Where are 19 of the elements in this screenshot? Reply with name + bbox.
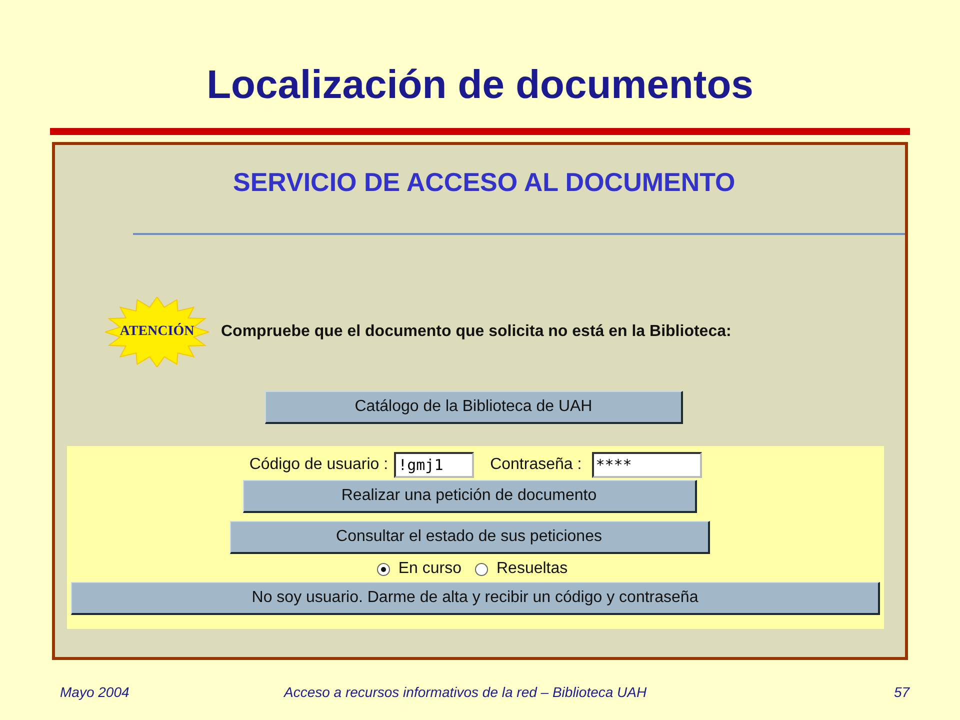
radio-button[interactable] [475, 562, 488, 576]
notice-text: Compruebe que el documento que solicita no está en la Biblioteca: [221, 323, 732, 341]
user-code-label: Código de usuario : [249, 456, 388, 474]
user-code-field[interactable]: !gmj1 [394, 452, 474, 478]
footer-caption: Acceso a recursos informativos de la red – Biblioteca UAH [284, 684, 648, 700]
page-heading: SERVICIO DE ACCESO AL DOCUMENTO [233, 167, 736, 197]
radio-label: Resueltas [496, 560, 568, 578]
attention-badge: ATENCIÓN [105, 297, 209, 367]
footer-date: Mayo 2004 [60, 684, 130, 700]
radio-button[interactable] [377, 562, 390, 576]
page-number: 57 [894, 684, 910, 700]
radio-label: En curso [398, 560, 462, 578]
password-label: Contraseña : [490, 456, 582, 474]
password-field[interactable]: **** [592, 452, 702, 478]
signup-button[interactable]: No soy usuario. Darme de alta y recibir un código y contraseña [71, 582, 880, 615]
slide-title: Localización de documentos [206, 62, 754, 108]
request-button[interactable]: Realizar una petición de documento [242, 480, 696, 513]
catalog-button[interactable]: Catálogo de la Biblioteca de UAH [265, 391, 683, 424]
status-button[interactable]: Consultar el estado de sus peticiones [230, 521, 710, 554]
